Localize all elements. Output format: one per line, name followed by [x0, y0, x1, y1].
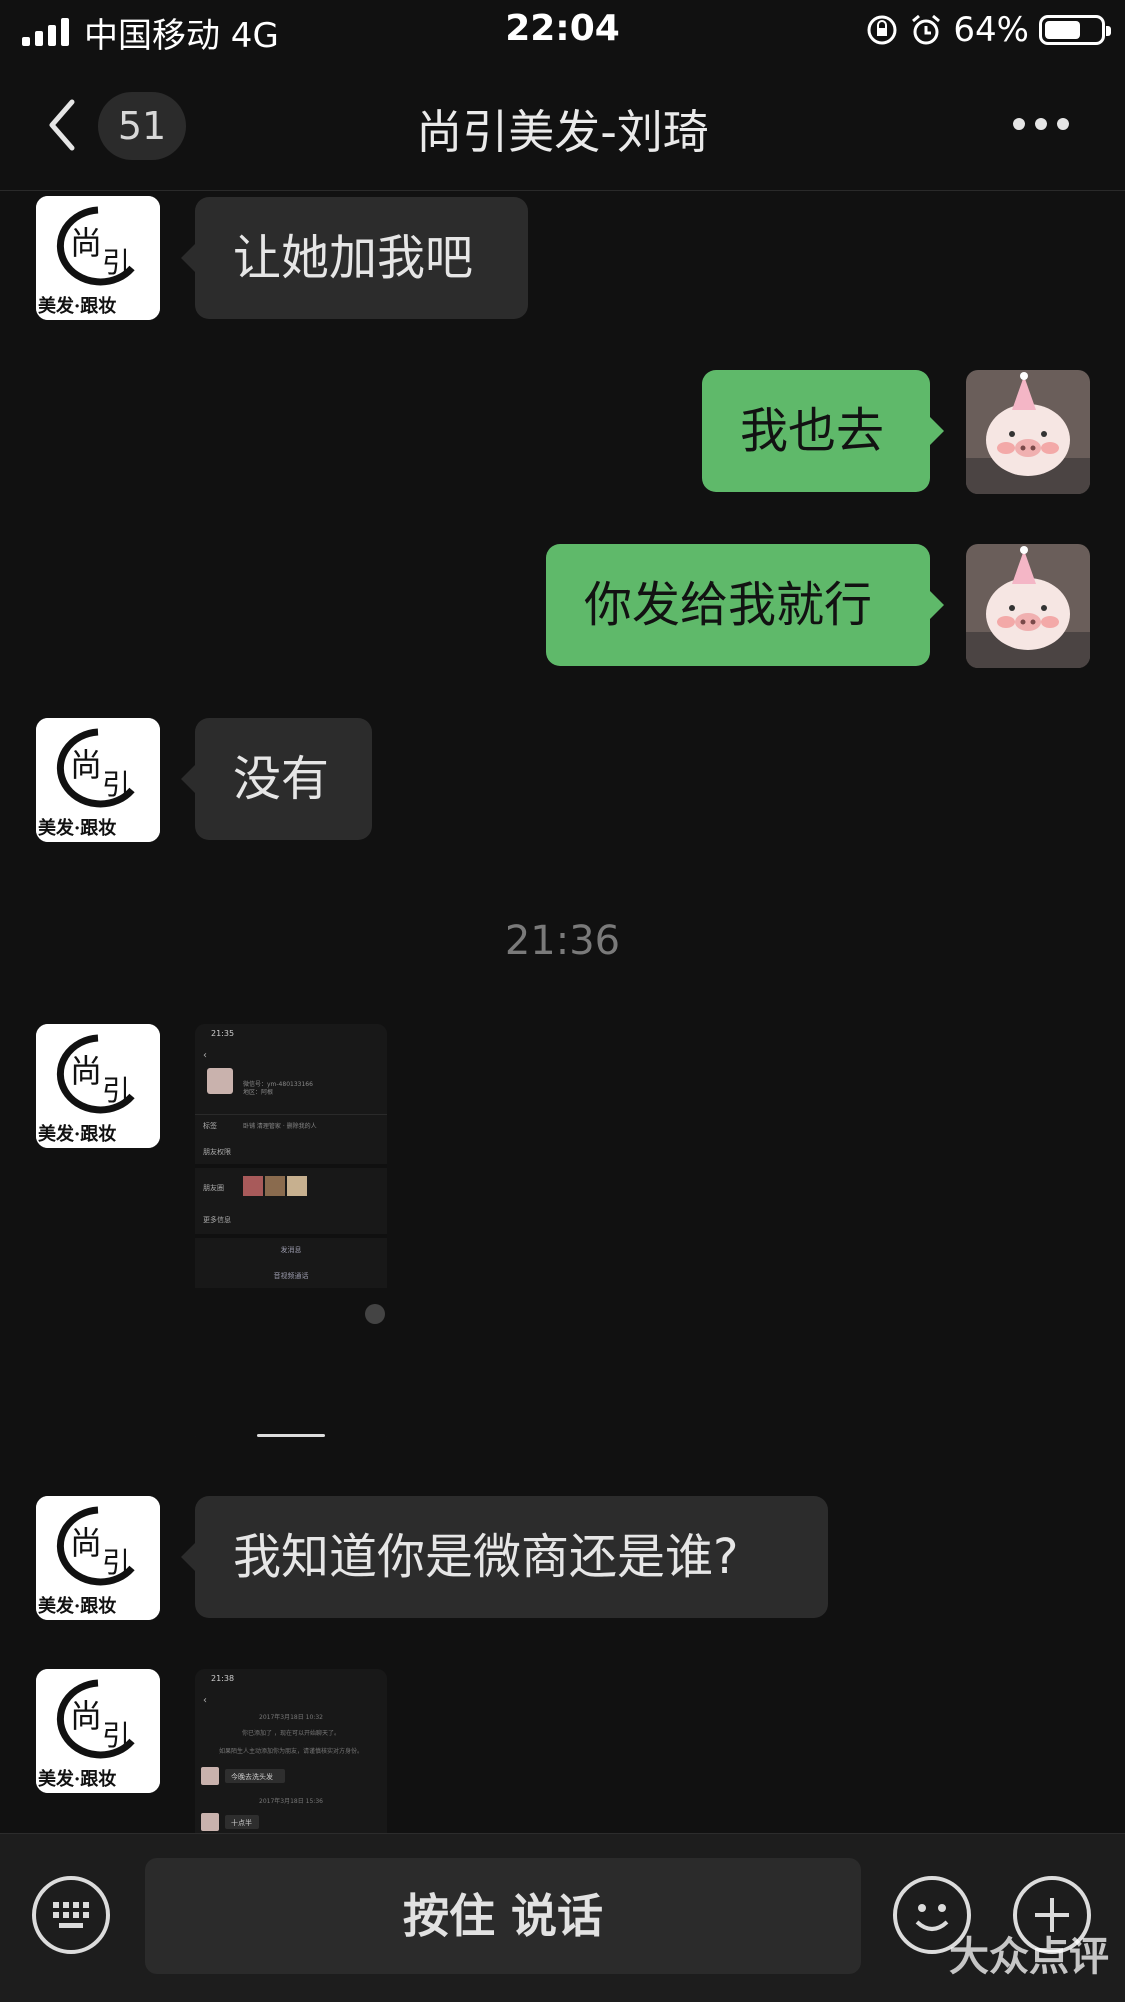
- svg-text:‹: ‹: [203, 1695, 207, 1706]
- svg-text:‹: ‹: [203, 1050, 207, 1061]
- svg-text:2017年3月18日 10:32: 2017年3月18日 10:32: [259, 1713, 323, 1721]
- my-avatar[interactable]: [966, 370, 1090, 494]
- svg-text:音视频通话: 音视频通话: [274, 1271, 309, 1280]
- svg-text:21:38: 21:38: [211, 1674, 234, 1683]
- contact-avatar[interactable]: 尚 引 美发·跟妆: [36, 1496, 160, 1620]
- svg-text:标签: 标签: [203, 1121, 217, 1130]
- watermark-label: 大众点评: [949, 1934, 1109, 1980]
- svg-text:发消息: 发消息: [281, 1245, 302, 1254]
- svg-text:引: 引: [102, 768, 130, 801]
- svg-text:美发·跟妆: 美发·跟妆: [38, 1595, 116, 1617]
- svg-text:卧铺 清理管家 · 删除我的人: 卧铺 清理管家 · 删除我的人: [243, 1122, 317, 1130]
- svg-text:地区：阿根: 地区：阿根: [243, 1088, 273, 1096]
- svg-text:引: 引: [102, 1719, 130, 1752]
- svg-text:朋友权限: 朋友权限: [203, 1147, 231, 1156]
- alarm-icon: [912, 14, 941, 45]
- salon-logo-icon: 尚 引 美发·跟妆: [36, 718, 160, 842]
- chat-timestamp: 21:36: [504, 918, 621, 964]
- battery-icon: [1039, 15, 1111, 45]
- svg-text:引: 引: [102, 1546, 130, 1579]
- pig-avatar-icon: [966, 370, 1090, 494]
- svg-text:尚: 尚: [70, 1052, 102, 1090]
- svg-text:美发·跟妆: 美发·跟妆: [38, 295, 116, 317]
- svg-text:美发·跟妆: 美发·跟妆: [38, 817, 116, 839]
- image-message-screenshot[interactable]: 21:35 ‹ 微信号：ym-480133166 地区：阿根 标签 卧铺 清理管…: [195, 1024, 387, 1444]
- salon-logo-icon: 尚 引 美发·跟妆: [36, 1669, 160, 1793]
- svg-text:尚: 尚: [70, 224, 102, 262]
- svg-text:如果陌生人主动添加你为朋友，请谨慎核实对方身份。: 如果陌生人主动添加你为朋友，请谨慎核实对方身份。: [219, 1747, 363, 1755]
- chat-title: 尚引美发-刘琦: [416, 105, 709, 159]
- svg-text:你已添加了 ，现在可以开始聊天了。: 你已添加了 ，现在可以开始聊天了。: [242, 1729, 340, 1737]
- hold-to-talk-button[interactable]: 按住 说话: [145, 1858, 861, 1974]
- chat-header: 51 尚引美发-刘琦: [0, 62, 1125, 191]
- contact-avatar[interactable]: 尚 引 美发·跟妆: [36, 718, 160, 842]
- contact-avatar[interactable]: 尚 引 美发·跟妆: [36, 1024, 160, 1148]
- svg-text:今晚去洗头发: 今晚去洗头发: [231, 1772, 273, 1781]
- svg-text:引: 引: [102, 246, 130, 279]
- status-right: 64%: [865, 8, 1111, 52]
- salon-logo-icon: 尚 引 美发·跟妆: [36, 1024, 160, 1148]
- my-avatar[interactable]: [966, 544, 1090, 668]
- svg-text:引: 引: [102, 1074, 130, 1107]
- message-bubble-incoming[interactable]: 我知道你是微商还是谁?: [181, 1496, 828, 1618]
- rotation-lock-icon: [867, 15, 897, 45]
- status-bar: 中国移动 4G 22:04 64%: [0, 0, 1125, 62]
- svg-text:21:35: 21:35: [211, 1029, 234, 1038]
- svg-text:更多信息: 更多信息: [203, 1215, 231, 1224]
- svg-text:美发·跟妆: 美发·跟妆: [38, 1768, 116, 1790]
- salon-logo-icon: 尚 引 美发·跟妆: [36, 196, 160, 320]
- contact-avatar[interactable]: 尚 引 美发·跟妆: [36, 1669, 160, 1793]
- message-bubble-outgoing[interactable]: 你发给我就行: [546, 544, 944, 666]
- svg-text:朋友圈: 朋友圈: [203, 1183, 224, 1192]
- image-message-screenshot[interactable]: 21:38 ‹ 2017年3月18日 10:32 你已添加了 ，现在可以开始聊天…: [195, 1669, 387, 1833]
- svg-text:十点半: 十点半: [231, 1818, 252, 1827]
- svg-text:美发·跟妆: 美发·跟妆: [38, 1123, 116, 1145]
- keyboard-icon[interactable]: [32, 1876, 110, 1954]
- pig-avatar-icon: [966, 544, 1090, 668]
- more-options-icon[interactable]: [1013, 118, 1069, 134]
- svg-text:微信号：ym-480133166: 微信号：ym-480133166: [243, 1080, 313, 1088]
- message-bubble-incoming[interactable]: 让她加我吧: [181, 197, 528, 319]
- svg-text:尚: 尚: [70, 746, 102, 784]
- svg-text:2017年3月18日 15:36: 2017年3月18日 15:36: [259, 1797, 323, 1805]
- salon-logo-icon: 尚 引 美发·跟妆: [36, 1496, 160, 1620]
- contact-avatar[interactable]: 尚 引 美发·跟妆: [36, 196, 160, 320]
- message-bubble-outgoing[interactable]: 我也去: [702, 370, 944, 492]
- battery-percent: 64%: [953, 10, 1029, 50]
- svg-text:尚: 尚: [70, 1524, 102, 1562]
- message-bubble-incoming[interactable]: 没有: [181, 718, 372, 840]
- svg-text:尚: 尚: [70, 1697, 102, 1735]
